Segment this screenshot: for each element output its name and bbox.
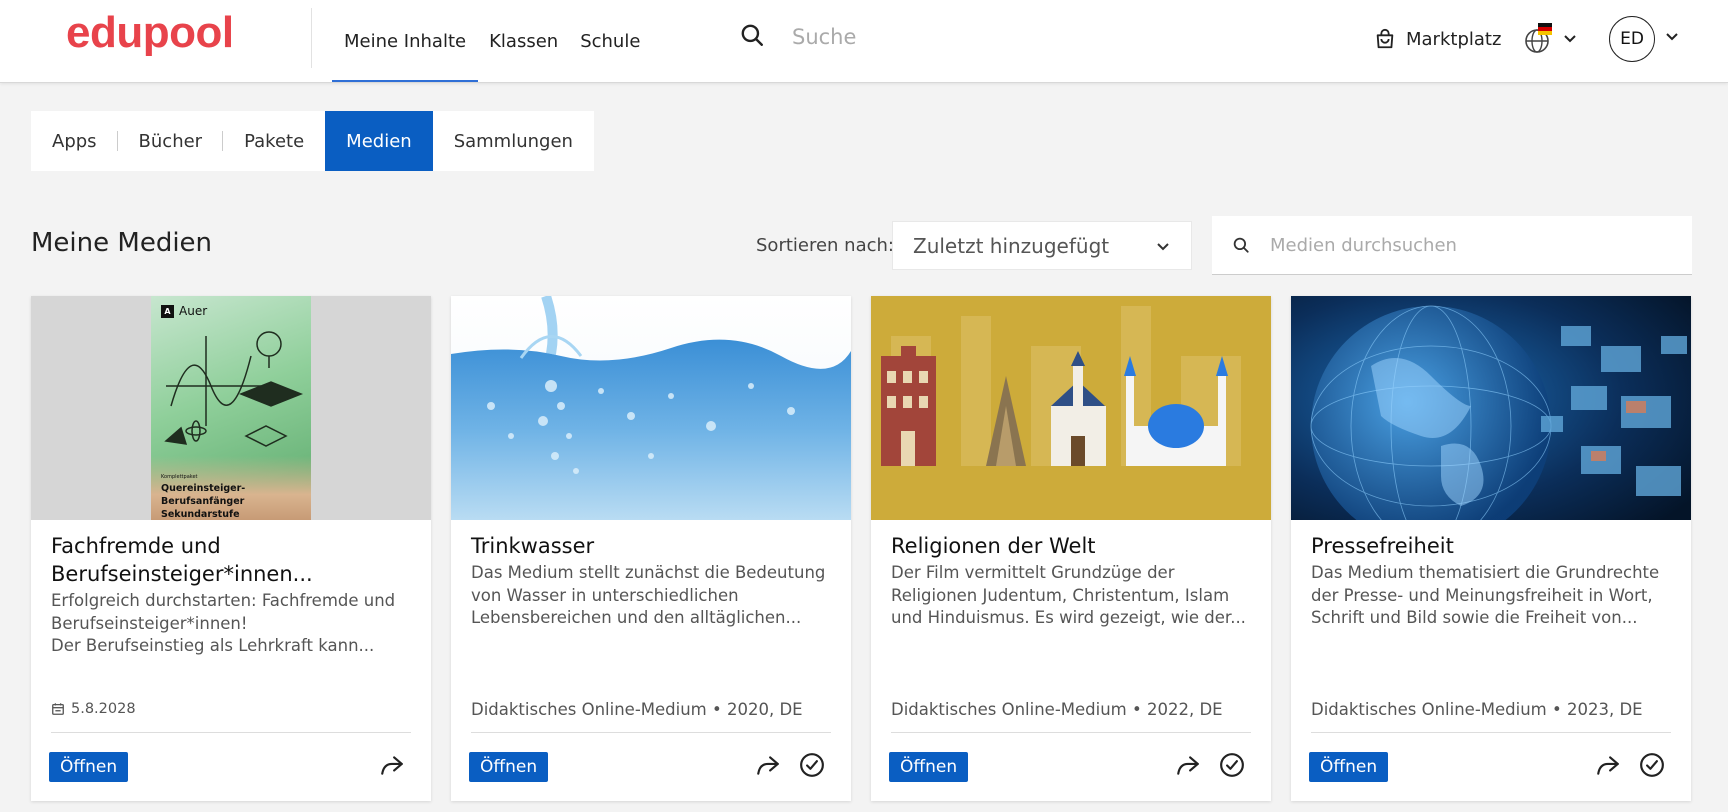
header-divider (311, 8, 312, 68)
card-actions (1595, 752, 1665, 778)
card-title[interactable]: Religionen der Welt (891, 532, 1251, 560)
user-avatar[interactable]: ED (1609, 16, 1655, 62)
card-title[interactable]: Fachfremde und Berufseinsteiger*innen... (51, 532, 411, 588)
cover-title: Quereinsteiger-Berufsanfänger Sekundarst… (161, 483, 246, 520)
share-icon[interactable] (1595, 752, 1621, 778)
media-card[interactable]: Trinkwasser Das Medium stellt zunächst d… (451, 296, 851, 801)
marketplace-link[interactable]: Marktplatz (1374, 22, 1501, 56)
top-header: edupool Meine Inhalte Klassen Schule Mar… (0, 0, 1728, 83)
card-description: Erfolgreich durchstarten: Fachfremde und… (51, 591, 396, 655)
book-cover: A Auer Komplettpaket Quereinsteiger-Beru… (151, 296, 311, 520)
card-description: Der Film vermittelt Grundzüge der Religi… (891, 563, 1246, 627)
card-description: Das Medium stellt zunächst die Bedeutung… (471, 563, 826, 627)
calendar-icon (52, 703, 64, 715)
sort-select[interactable]: Zuletzt hinzugefügt (892, 221, 1192, 270)
open-button[interactable]: Öffnen (469, 752, 549, 782)
marketplace-label: Marktplatz (1406, 28, 1502, 50)
open-button[interactable]: Öffnen (49, 752, 129, 782)
card-image: A Auer Komplettpaket Quereinsteiger-Beru… (31, 296, 431, 520)
card-title[interactable]: Trinkwasser (471, 532, 831, 560)
cover-subtitle: Komplettpaket (161, 474, 198, 480)
tab-apps[interactable]: Apps (31, 111, 118, 171)
chevron-down-icon (1564, 35, 1576, 43)
card-actions (379, 752, 405, 778)
card-body: Trinkwasser Das Medium stellt zunächst d… (471, 532, 831, 630)
share-icon[interactable] (1175, 752, 1201, 778)
media-card[interactable]: Religionen der Welt Der Film vermittelt … (871, 296, 1271, 801)
chevron-down-icon (1157, 242, 1169, 250)
page-title: Meine Medien (31, 228, 213, 258)
card-image (451, 296, 851, 520)
nav-meine-inhalte[interactable]: Meine Inhalte (332, 0, 479, 82)
cover-illustration (164, 331, 304, 447)
globe-image (1291, 296, 1691, 520)
card-divider (1311, 732, 1671, 733)
share-icon[interactable] (755, 752, 781, 778)
card-description: Das Medium thematisiert die Grundrechte … (1311, 563, 1660, 627)
card-divider (471, 732, 831, 733)
card-divider (891, 732, 1251, 733)
card-body: Religionen der Welt Der Film vermittelt … (891, 532, 1251, 630)
main-nav: Meine Inhalte Klassen Schule (332, 0, 651, 82)
card-actions (755, 752, 825, 778)
card-meta: Didaktisches Online-Medium • 2020, DE (471, 700, 803, 719)
search-icon[interactable] (739, 22, 765, 48)
nav-schule[interactable]: Schule (569, 0, 651, 82)
shopping-bag-icon (1376, 28, 1394, 49)
card-meta: Didaktisches Online-Medium • 2023, DE (1311, 700, 1643, 719)
date-value: 5.8.2028 (71, 701, 136, 717)
tab-medien[interactable]: Medien (325, 111, 433, 171)
account-chevron-down-icon[interactable] (1664, 28, 1680, 44)
card-title[interactable]: Pressefreiheit (1311, 532, 1671, 560)
language-selector[interactable] (1524, 18, 1588, 58)
content-type-tabs: Apps Bücher Pakete Medien Sammlungen (31, 111, 594, 171)
card-body: Pressefreiheit Das Medium thematisiert d… (1311, 532, 1671, 630)
open-button[interactable]: Öffnen (1309, 752, 1389, 782)
media-card[interactable]: Pressefreiheit Das Medium thematisiert d… (1291, 296, 1691, 801)
nav-klassen[interactable]: Klassen (478, 0, 569, 82)
tab-pakete[interactable]: Pakete (223, 111, 325, 171)
media-search-input[interactable] (1270, 234, 1670, 256)
religions-image (871, 296, 1271, 520)
open-button[interactable]: Öffnen (889, 752, 969, 782)
card-meta: Didaktisches Online-Medium • 2022, DE (891, 700, 1223, 719)
check-circle-icon[interactable] (799, 752, 825, 778)
card-actions (1175, 752, 1245, 778)
card-date: 5.8.2028 (51, 701, 136, 717)
check-circle-icon[interactable] (1639, 752, 1665, 778)
card-divider (51, 732, 411, 733)
share-icon[interactable] (379, 752, 405, 778)
water-image (451, 296, 851, 520)
media-search (1212, 216, 1692, 275)
card-image (871, 296, 1271, 520)
search-icon (1233, 237, 1249, 253)
check-circle-icon[interactable] (1219, 752, 1245, 778)
sort-value: Zuletzt hinzugefügt (913, 233, 1110, 258)
card-body: Fachfremde und Berufseinsteiger*innen...… (51, 532, 411, 658)
media-card[interactable]: A Auer Komplettpaket Quereinsteiger-Beru… (31, 296, 431, 801)
edupool-logo[interactable]: edupool (66, 8, 234, 58)
global-search-input[interactable] (792, 20, 1192, 54)
tab-sammlungen[interactable]: Sammlungen (433, 111, 594, 171)
globe-flag-icon (1525, 23, 1552, 53)
card-image (1291, 296, 1691, 520)
sort-label: Sortieren nach: (756, 235, 894, 256)
tab-buecher[interactable]: Bücher (118, 111, 224, 171)
